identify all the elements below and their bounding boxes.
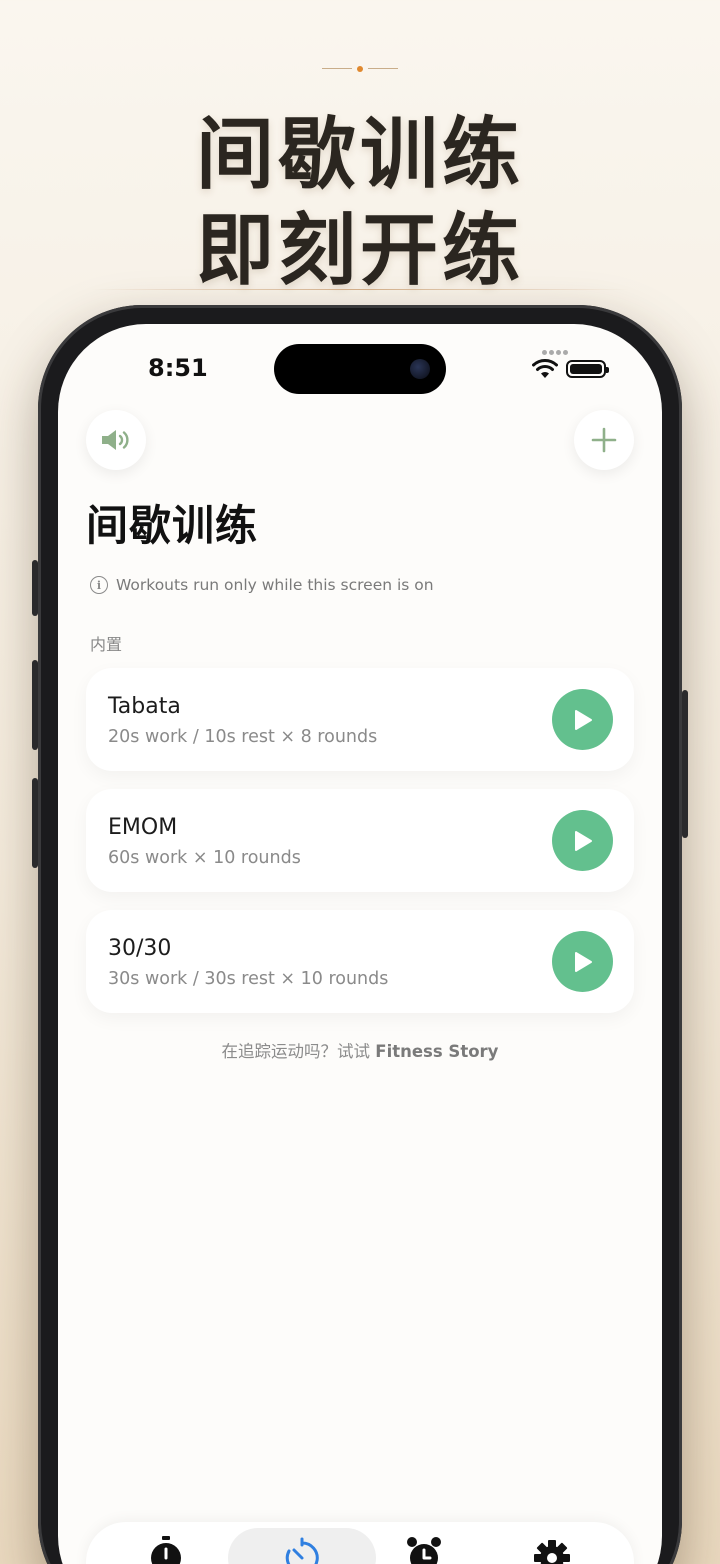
phone-volume-down: [32, 778, 38, 868]
promo-app-link[interactable]: Fitness Story: [375, 1042, 498, 1061]
wifi-icon: [532, 359, 558, 378]
promo-divider: [90, 289, 630, 290]
timer-icon: [285, 1537, 319, 1564]
workout-description: 60s work × 10 rounds: [108, 848, 301, 868]
notice-text: Workouts run only while this screen is o…: [116, 576, 434, 594]
plus-icon: [591, 427, 617, 453]
play-button-tabata[interactable]: [552, 689, 613, 750]
promo-headline-line2: 即刻开练: [195, 206, 524, 296]
speaker-icon: [102, 430, 129, 450]
sound-button[interactable]: [86, 410, 146, 470]
gear-icon: [534, 1540, 570, 1564]
play-icon: [574, 951, 592, 972]
workout-description: 20s work / 10s rest × 8 rounds: [108, 727, 378, 747]
alarm-icon: [407, 1537, 441, 1564]
play-icon: [574, 830, 592, 851]
add-workout-button[interactable]: [574, 410, 634, 470]
play-button-30-30[interactable]: [552, 931, 613, 992]
workout-card-30-30[interactable]: 30/30 30s work / 30s rest × 10 rounds: [86, 910, 634, 1013]
workout-name: EMOM: [108, 815, 178, 840]
page-title: 间歇训练: [86, 501, 259, 550]
phone-power-button: [682, 690, 688, 838]
play-button-emom[interactable]: [552, 810, 613, 871]
workout-description: 30s work / 30s rest × 10 rounds: [108, 969, 389, 989]
tab-alarm[interactable]: [354, 1522, 494, 1564]
phone-volume-up: [32, 660, 38, 750]
phone-side-button: [32, 560, 38, 616]
phone-screen: 8:51 间歇训练 i Workouts run only while this…: [58, 324, 662, 1564]
workout-card-emom[interactable]: EMOM 60s work × 10 rounds: [86, 789, 634, 892]
workout-card-tabata[interactable]: Tabata 20s work / 10s rest × 8 rounds: [86, 668, 634, 771]
battery-icon: [566, 360, 609, 378]
status-time: 8:51: [148, 354, 208, 382]
tab-settings[interactable]: [482, 1522, 622, 1564]
play-icon: [574, 709, 592, 730]
workout-name: 30/30: [108, 936, 172, 961]
tab-interval-timer[interactable]: [228, 1522, 376, 1564]
dynamic-island: [274, 344, 446, 394]
fitness-story-promo[interactable]: 在追踪运动吗？试试 Fitness Story: [58, 1038, 662, 1062]
section-label-builtin: 内置: [90, 635, 123, 654]
decor-ornament: [322, 66, 398, 72]
workout-name: Tabata: [108, 694, 181, 719]
stopwatch-icon: [151, 1536, 181, 1564]
info-icon: i: [90, 576, 108, 594]
tab-bar: [86, 1522, 634, 1564]
screen-on-notice: i Workouts run only while this screen is…: [90, 576, 434, 594]
promo-text: 在追踪运动吗？试试: [221, 1042, 371, 1061]
tab-stopwatch[interactable]: [96, 1522, 236, 1564]
signal-icon: [542, 340, 574, 355]
